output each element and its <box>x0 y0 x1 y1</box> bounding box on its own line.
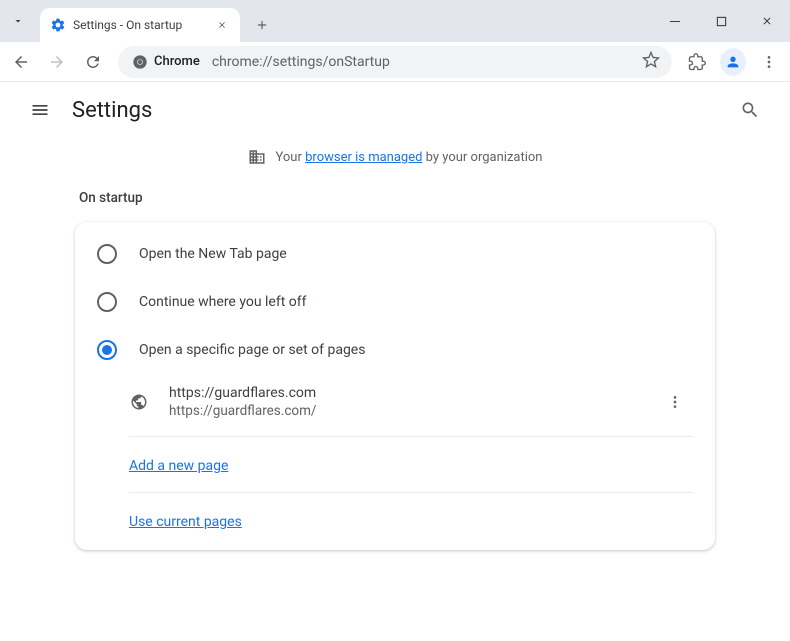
new-tab-button[interactable] <box>248 11 276 39</box>
managed-banner: Your browser is managed by your organiza… <box>0 138 790 184</box>
hamburger-menu-button[interactable] <box>20 90 60 130</box>
minimize-icon <box>669 15 681 27</box>
divider <box>129 492 693 493</box>
building-icon <box>248 148 266 166</box>
person-icon <box>725 54 741 70</box>
browser-toolbar: Chrome chrome://settings/onStartup <box>0 42 790 82</box>
gear-icon <box>50 17 66 33</box>
page-more-button[interactable] <box>657 384 693 420</box>
reload-icon <box>84 53 102 71</box>
search-settings-button[interactable] <box>730 90 770 130</box>
option-continue[interactable]: Continue where you left off <box>75 278 715 326</box>
more-vert-icon <box>761 54 777 70</box>
url-text: chrome://settings/onStartup <box>212 54 632 70</box>
page-url-text: https://guardflares.com/ <box>169 403 637 419</box>
managed-text: Your browser is managed by your organiza… <box>276 150 543 165</box>
maximize-icon <box>716 16 727 27</box>
settings-header: Settings <box>0 82 790 138</box>
maximize-button[interactable] <box>698 0 744 42</box>
puzzle-icon <box>688 53 706 71</box>
browser-titlebar: Settings - On startup <box>0 0 790 42</box>
startup-card: Open the New Tab page Continue where you… <box>75 222 715 550</box>
startup-page-item: https://guardflares.com https://guardfla… <box>75 374 715 430</box>
tab-search-dropdown[interactable] <box>0 0 36 42</box>
page-texts: https://guardflares.com https://guardfla… <box>169 385 637 419</box>
menu-icon <box>30 100 50 120</box>
arrow-right-icon <box>48 53 66 71</box>
arrow-left-icon <box>12 53 30 71</box>
chrome-menu-button[interactable] <box>752 45 786 79</box>
chevron-down-icon <box>12 15 24 27</box>
plus-icon <box>255 18 269 32</box>
close-icon <box>217 20 227 30</box>
radio-label: Open a specific page or set of pages <box>139 342 365 358</box>
extensions-button[interactable] <box>680 45 714 79</box>
divider <box>129 436 693 437</box>
option-specific-pages[interactable]: Open a specific page or set of pages <box>75 326 715 374</box>
chrome-label: Chrome <box>154 54 200 69</box>
radio-icon <box>97 340 117 360</box>
radio-label: Continue where you left off <box>139 294 307 310</box>
managed-link[interactable]: browser is managed <box>305 150 422 165</box>
window-controls <box>652 0 790 42</box>
forward-button[interactable] <box>40 45 74 79</box>
add-page-row: Add a new page <box>75 443 715 486</box>
radio-icon <box>97 244 117 264</box>
globe-icon <box>129 392 149 412</box>
page-title-text: https://guardflares.com <box>169 385 637 401</box>
more-vert-icon <box>667 394 683 410</box>
chrome-chip: Chrome <box>130 52 202 72</box>
chrome-icon <box>132 54 148 70</box>
close-icon <box>761 15 773 27</box>
add-new-page-link[interactable]: Add a new page <box>129 458 228 474</box>
close-tab-button[interactable] <box>214 17 230 33</box>
radio-label: Open the New Tab page <box>139 246 287 262</box>
minimize-button[interactable] <box>652 0 698 42</box>
back-button[interactable] <box>4 45 38 79</box>
bookmark-button[interactable] <box>642 51 660 73</box>
close-window-button[interactable] <box>744 0 790 42</box>
use-current-row: Use current pages <box>75 499 715 542</box>
tab-title: Settings - On startup <box>73 18 207 32</box>
browser-tab[interactable]: Settings - On startup <box>40 8 240 42</box>
star-icon <box>642 51 660 69</box>
section-label: On startup <box>75 184 715 222</box>
use-current-pages-link[interactable]: Use current pages <box>129 514 242 530</box>
profile-button[interactable] <box>716 45 750 79</box>
search-icon <box>740 100 760 120</box>
option-new-tab[interactable]: Open the New Tab page <box>75 230 715 278</box>
page-title: Settings <box>72 98 152 123</box>
reload-button[interactable] <box>76 45 110 79</box>
address-bar[interactable]: Chrome chrome://settings/onStartup <box>118 46 672 78</box>
settings-content: On startup Open the New Tab page Continu… <box>75 184 715 550</box>
radio-icon <box>97 292 117 312</box>
